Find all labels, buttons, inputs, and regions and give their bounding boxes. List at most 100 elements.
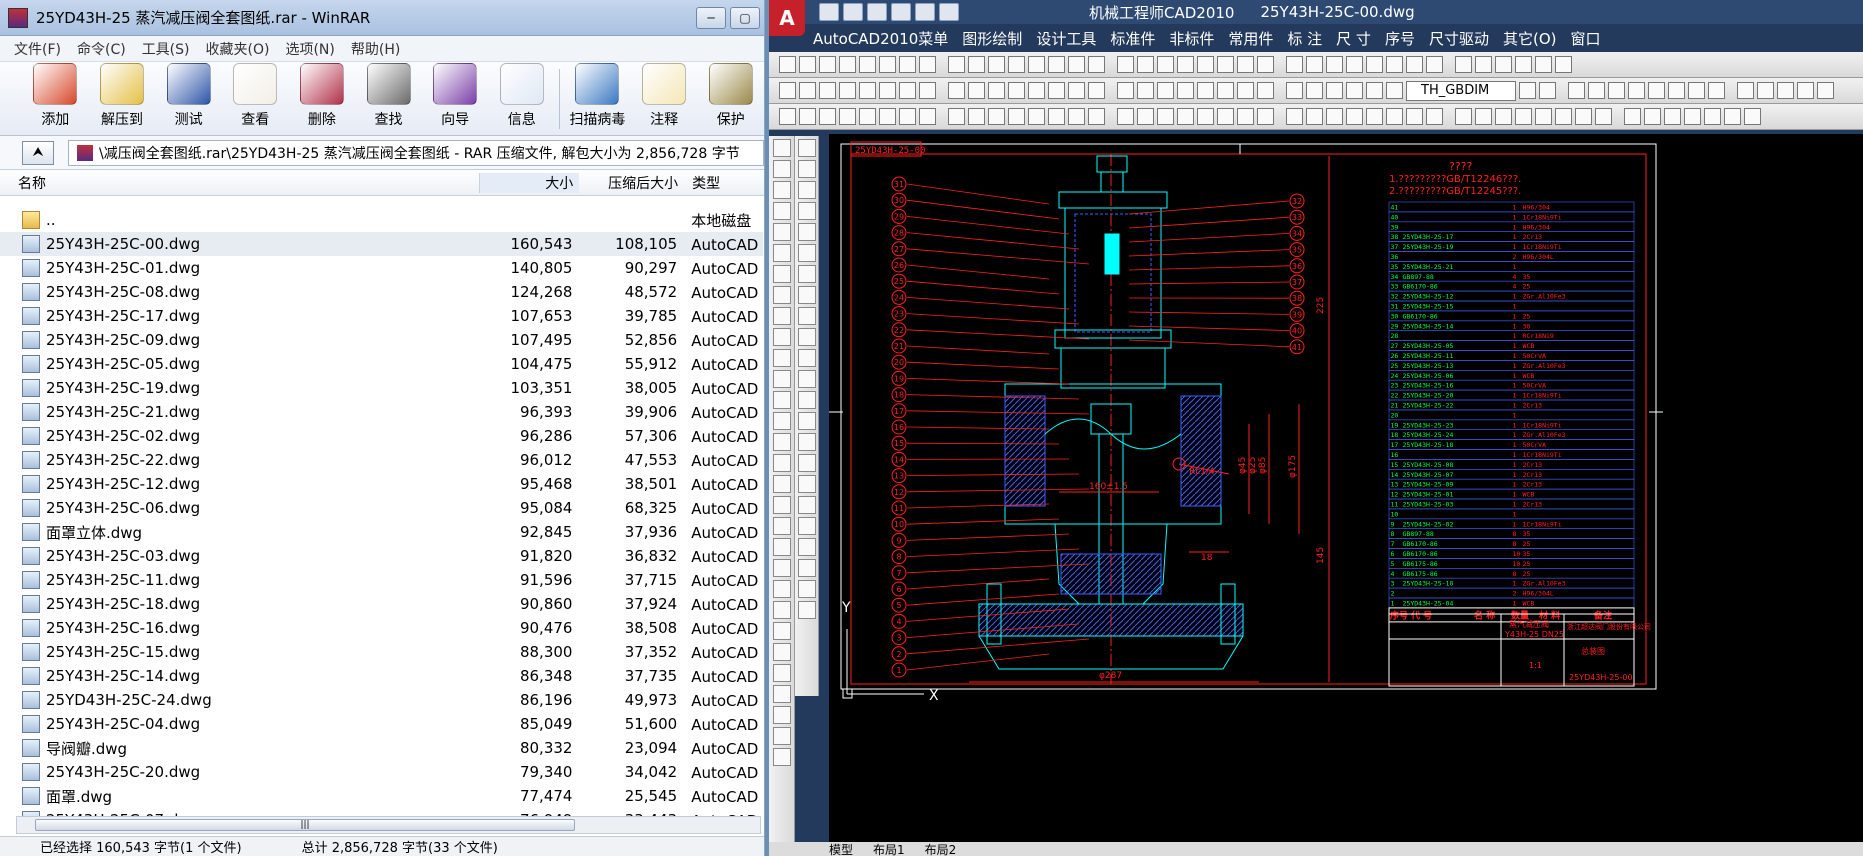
cad-side-tool-icon[interactable] [797,538,816,556]
cad-side-tool-icon[interactable] [797,433,816,451]
cad-tool-icon[interactable] [1157,56,1174,73]
cad-tool-icon[interactable] [1117,56,1134,73]
cad-tool-icon[interactable] [1028,56,1045,73]
cad-side-tool-icon[interactable] [797,202,816,220]
cad-side-tool-icon[interactable] [797,181,816,199]
menu-file[interactable]: 文件(F) [14,39,61,59]
cad-side-tool-icon[interactable] [772,286,791,304]
cad-tool-icon[interactable] [1217,108,1234,125]
cad-side-tool-icon[interactable] [797,496,816,514]
cad-tool-icon[interactable] [1684,108,1701,125]
tab-layout2[interactable]: 布局2 [925,841,957,856]
toolbar-button-3[interactable]: 查看 [222,63,289,135]
file-row[interactable]: 25YD43H-25C-24.dwg 86,196 49,973 AutoCAD 图 [0,688,763,712]
cad-side-tool-icon[interactable] [772,349,791,367]
cad-tool-icon[interactable] [839,82,856,99]
file-row[interactable]: 25Y43H-25C-19.dwg 103,351 38,005 AutoCAD 图 [0,376,763,400]
cad-tool-icon[interactable] [1048,108,1065,125]
cad-menu-item[interactable]: 尺寸驱动 [1429,28,1489,49]
cad-tool-icon[interactable] [1028,108,1045,125]
column-header-name[interactable]: 名称 [18,173,479,193]
menu-commands[interactable]: 命令(C) [77,39,126,59]
cad-side-tool-icon[interactable] [772,622,791,640]
file-row[interactable]: .. 本地磁盘 [0,208,763,232]
cad-tool-icon[interactable] [968,108,985,125]
cad-tool-icon[interactable] [819,108,836,125]
toolbar-button-2[interactable]: 测试 [155,63,222,135]
cad-tool-icon[interactable] [968,56,985,73]
cad-tool-icon[interactable] [948,82,965,99]
file-row[interactable]: 25Y43H-25C-14.dwg 86,348 37,735 AutoCAD 图 [0,664,763,688]
cad-tool-icon[interactable] [1306,108,1323,125]
file-row[interactable]: 25Y43H-25C-03.dwg 91,820 36,832 AutoCAD 图 [0,544,763,568]
cad-tool-icon[interactable] [1217,82,1234,99]
cad-tool-icon[interactable] [899,56,916,73]
archive-path-field[interactable]: \减压阀全套图纸.rar\25YD43H-25 蒸汽减压阀全套图纸 - RAR … [68,139,764,166]
file-row[interactable]: 25Y43H-25C-11.dwg 91,596 37,715 AutoCAD 图 [0,568,763,592]
cad-side-tool-icon[interactable] [772,643,791,661]
cad-tool-icon[interactable] [1346,56,1363,73]
cad-tool-icon[interactable] [1068,56,1085,73]
cad-side-tool-icon[interactable] [772,685,791,703]
cad-side-tool-icon[interactable] [772,433,791,451]
cad-side-tool-icon[interactable] [797,349,816,367]
cad-tool-icon[interactable] [988,56,1005,73]
file-row[interactable]: 25Y43H-25C-02.dwg 96,286 57,306 AutoCAD 图 [0,424,763,448]
undo-icon[interactable] [891,3,911,21]
file-row[interactable]: 25Y43H-25C-21.dwg 96,393 39,906 AutoCAD 图 [0,400,763,424]
cad-tool-icon[interactable] [1495,108,1512,125]
cad-tool-icon[interactable] [1535,108,1552,125]
cad-menu-item[interactable]: 序号 [1385,28,1415,49]
scrollbar-thumb[interactable]: ||| [35,819,575,831]
file-row[interactable]: 25Y43H-25C-08.dwg 124,268 48,572 AutoCAD 图 [0,280,763,304]
cad-tool-icon[interactable] [1744,108,1761,125]
cad-side-tool-icon[interactable] [772,412,791,430]
cad-tool-icon[interactable] [1575,108,1592,125]
cad-side-tool-icon[interactable] [772,181,791,199]
cad-tool-icon[interactable] [1817,82,1834,99]
column-header-type[interactable]: 类型 [684,173,764,193]
cad-tool-icon[interactable] [1286,56,1303,73]
cad-tool-icon[interactable] [1257,108,1274,125]
cad-tool-icon[interactable] [1588,82,1605,99]
cad-side-tool-icon[interactable] [772,475,791,493]
cad-tool-icon[interactable] [819,56,836,73]
cad-tool-icon[interactable] [1237,56,1254,73]
cad-side-tool-icon[interactable] [797,139,816,157]
cad-side-tool-icon[interactable] [797,286,816,304]
cad-tool-icon[interactable] [1237,108,1254,125]
cad-tool-icon[interactable] [819,82,836,99]
cad-side-tool-icon[interactable] [772,454,791,472]
file-row[interactable]: 25Y43H-25C-12.dwg 95,468 38,501 AutoCAD 图 [0,472,763,496]
tab-layout1[interactable]: 布局1 [873,841,905,856]
cad-tool-icon[interactable] [1628,82,1645,99]
file-row[interactable]: 面罩立体.dwg 92,845 37,936 AutoCAD 图 [0,520,763,544]
cad-tool-icon[interactable] [1197,82,1214,99]
cad-tool-icon[interactable] [1008,56,1025,73]
cad-side-tool-icon[interactable] [797,580,816,598]
cad-tool-icon[interactable] [1406,108,1423,125]
cad-tool-icon[interactable] [1624,108,1641,125]
cad-side-tool-icon[interactable] [797,454,816,472]
cad-side-tool-icon[interactable] [772,202,791,220]
cad-tool-icon[interactable] [799,82,816,99]
cad-menu-item[interactable]: 窗口 [1570,28,1600,49]
cad-tool-icon[interactable] [1777,82,1794,99]
cad-tool-icon[interactable] [1688,82,1705,99]
cad-tool-icon[interactable] [1286,108,1303,125]
cad-side-tool-icon[interactable] [772,601,791,619]
cad-side-tool-icon[interactable] [797,244,816,262]
column-header-size[interactable]: 大小 [479,172,580,193]
cad-tool-icon[interactable] [1406,56,1423,73]
file-row[interactable]: 25Y43H-25C-00.dwg 160,543 108,105 AutoCAD 图 [0,232,763,256]
cad-tool-icon[interactable] [1177,56,1194,73]
cad-tool-icon[interactable] [859,82,876,99]
cad-tool-icon[interactable] [779,56,796,73]
cad-tool-icon[interactable] [1237,82,1254,99]
up-folder-button[interactable]: ⮝ [22,140,54,165]
cad-side-tool-icon[interactable] [797,559,816,577]
cad-side-tool-icon[interactable] [797,307,816,325]
cad-side-tool-icon[interactable] [797,370,816,388]
cad-tool-icon[interactable] [948,108,965,125]
cad-tool-icon[interactable] [1608,82,1625,99]
